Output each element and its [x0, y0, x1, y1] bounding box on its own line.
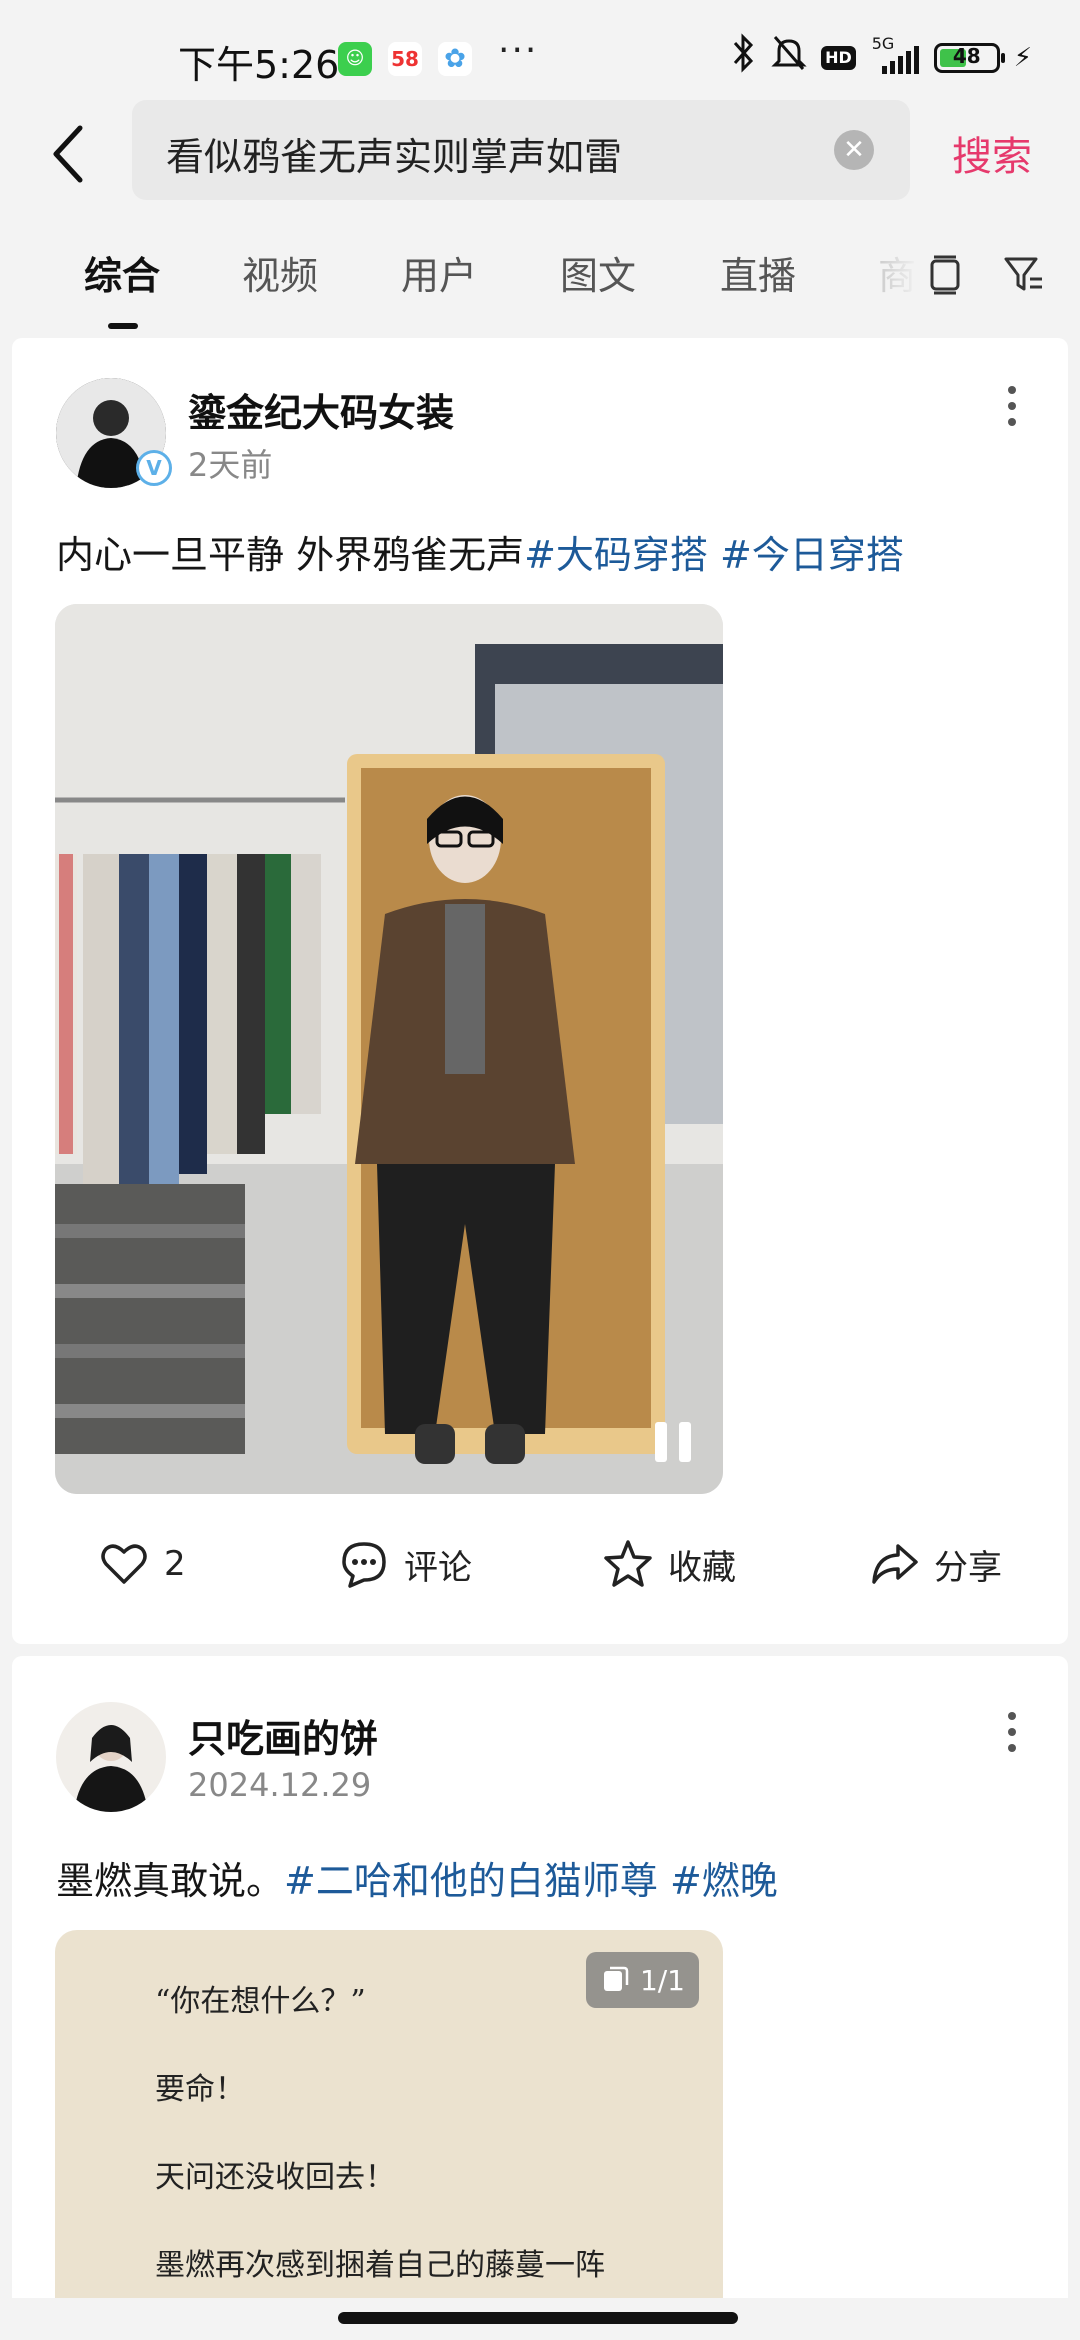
post-time: 2024.12.29 — [188, 1766, 372, 1804]
search-tabs: 综合 视频 用户 图文 直播 商 — [0, 225, 1080, 335]
post-time: 2天前 — [188, 446, 273, 484]
star-icon — [604, 1540, 652, 1587]
heart-icon — [101, 1544, 147, 1584]
search-header: 看似鸦雀无声实则掌声如雷 ✕ 搜索 — [0, 100, 1080, 210]
author-name[interactable]: 鎏金纪大码女装 — [188, 382, 454, 437]
avatar[interactable] — [56, 1702, 166, 1812]
image-text-line: 要命！ — [155, 2072, 245, 2107]
hashtag[interactable]: #今日穿搭 — [720, 533, 904, 577]
like-button[interactable]: 2 — [98, 1524, 186, 1604]
tab-fade — [860, 225, 920, 325]
page-badge: 1/1 — [585, 1952, 699, 2008]
battery-icon: 48 — [933, 43, 1005, 73]
page-count: 1/1 — [639, 1963, 685, 1997]
app-cloud-icon: ✿ — [438, 42, 472, 76]
post-card[interactable]: 只吃画的饼 2024.12.29 墨燃真敢说。#二哈和他的白猫师尊 #燃晚 1/… — [12, 1656, 1068, 2340]
post-caption: 内心一旦平静 外界鸦雀无声#大码穿搭 #今日穿搭 — [56, 524, 904, 579]
search-query[interactable]: 看似鸦雀无声实则掌声如雷 — [166, 126, 622, 181]
author-name[interactable]: 只吃画的饼 — [188, 1708, 378, 1763]
tab-video[interactable]: 视频 — [242, 245, 318, 300]
more-notifications-icon: ··· — [498, 30, 539, 71]
caption-text: 内心一旦平静 外界鸦雀无声 — [56, 533, 525, 577]
app-58-icon: 58 — [388, 42, 422, 76]
clear-search-icon[interactable]: ✕ — [834, 130, 874, 170]
share-label: 分享 — [934, 1547, 1002, 1588]
filter-icon[interactable] — [1000, 251, 1046, 297]
comment-label: 评论 — [404, 1547, 472, 1588]
search-input[interactable]: 看似鸦雀无声实则掌声如雷 ✕ — [132, 100, 910, 200]
home-indicator[interactable] — [338, 2312, 738, 2324]
hashtag[interactable]: #二哈和他的白猫师尊 — [284, 1859, 658, 1903]
tab-users[interactable]: 用户 — [401, 245, 477, 300]
mute-bell-icon — [771, 33, 807, 84]
verified-badge-icon: V — [136, 450, 172, 486]
text-image[interactable]: 1/1 “你在想什么？” 要命！ 天问还没收回去！ 墨燃再次感到捆着自己的藤蔓一… — [55, 1930, 723, 2340]
charging-icon: ⚡ — [1013, 43, 1032, 73]
favorite-label: 收藏 — [668, 1547, 736, 1588]
comment-icon — [342, 1542, 386, 1588]
image-text-line: 天问还没收回去！ — [155, 2160, 395, 2195]
tab-comprehensive[interactable]: 综合 — [84, 245, 160, 300]
tab-image-text[interactable]: 图文 — [560, 245, 636, 300]
share-button[interactable]: 分享 — [868, 1524, 1002, 1604]
hd-badge: HD — [821, 46, 856, 70]
status-bar: 下午5:26 ☺ 58 ✿ ··· HD 5G 48 ⚡ — [0, 0, 1080, 100]
hashtag[interactable]: #大码穿搭 — [524, 533, 708, 577]
post-actions: 2 评论 收藏 分享 — [12, 1524, 1068, 1604]
back-arrow-icon — [53, 125, 83, 183]
caption-text: 墨燃真敢说。 — [56, 1859, 285, 1903]
share-icon — [872, 1544, 918, 1584]
search-button[interactable]: 搜索 — [952, 124, 1032, 182]
app-notification-icon: ☺ — [338, 42, 372, 76]
image-text-line: “你在想什么？” — [155, 1984, 366, 2019]
pause-icon[interactable] — [651, 1418, 695, 1466]
post-card[interactable]: V 鎏金纪大码女装 2天前 内心一旦平静 外界鸦雀无声#大码穿搭 #今日穿搭 2… — [12, 338, 1068, 1644]
signal-icon: 5G — [870, 34, 920, 78]
like-count: 2 — [164, 1544, 186, 1584]
pages-icon — [603, 1966, 629, 1991]
bluetooth-icon — [729, 32, 757, 84]
favorite-button[interactable]: 收藏 — [602, 1524, 736, 1604]
image-text-line: 墨燃再次感到捆着自己的藤蔓一阵 — [155, 2248, 605, 2283]
more-options-icon[interactable] — [1006, 1712, 1018, 1760]
status-time: 下午5:26 — [178, 43, 340, 87]
battery-level: 48 — [952, 44, 981, 68]
hashtag[interactable]: #燃晚 — [670, 1859, 778, 1903]
active-tab-indicator — [108, 323, 138, 329]
tab-live[interactable]: 直播 — [720, 245, 796, 300]
layout-toggle-icon[interactable] — [922, 251, 968, 297]
post-caption: 墨燃真敢说。#二哈和他的白猫师尊 #燃晚 — [56, 1850, 778, 1905]
back-button[interactable] — [48, 122, 108, 186]
video-frame — [55, 604, 723, 1494]
comment-button[interactable]: 评论 — [338, 1524, 472, 1604]
more-options-icon[interactable] — [1006, 386, 1018, 434]
video-player[interactable] — [55, 604, 723, 1494]
